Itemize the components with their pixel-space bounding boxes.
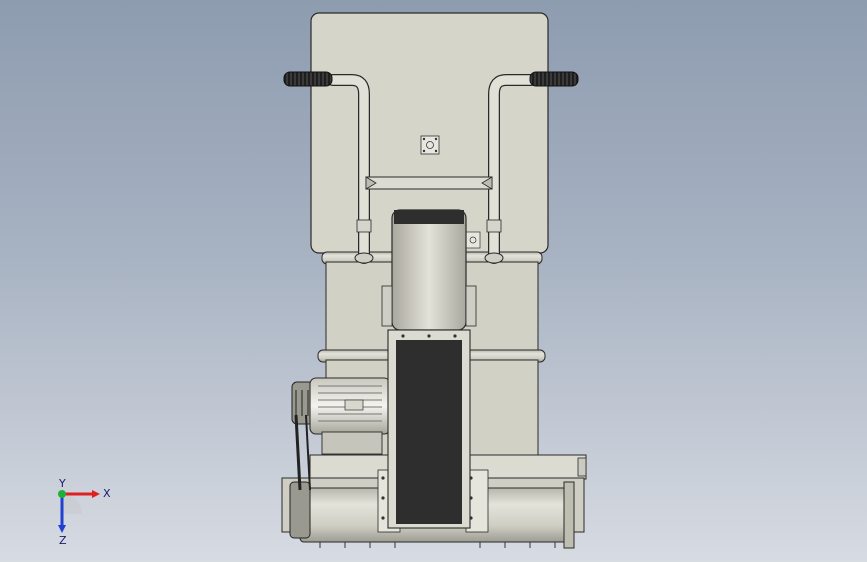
bearing-block-right [465, 231, 481, 249]
y-axis-dot [58, 490, 66, 498]
left-grip [283, 71, 333, 87]
z-axis-label: Z [59, 534, 67, 547]
right-grip [529, 71, 579, 87]
cad-viewport[interactable]: X Y Z [0, 0, 867, 562]
y-axis-label: Y [58, 478, 66, 490]
discharge-chute [387, 329, 471, 529]
inspection-port-icon [420, 135, 440, 155]
blower-housing [381, 209, 477, 331]
axis-triad: X Y Z [58, 478, 111, 547]
electric-motor [309, 377, 391, 455]
machine-model[interactable] [0, 0, 867, 562]
x-axis-label: X [103, 487, 111, 500]
